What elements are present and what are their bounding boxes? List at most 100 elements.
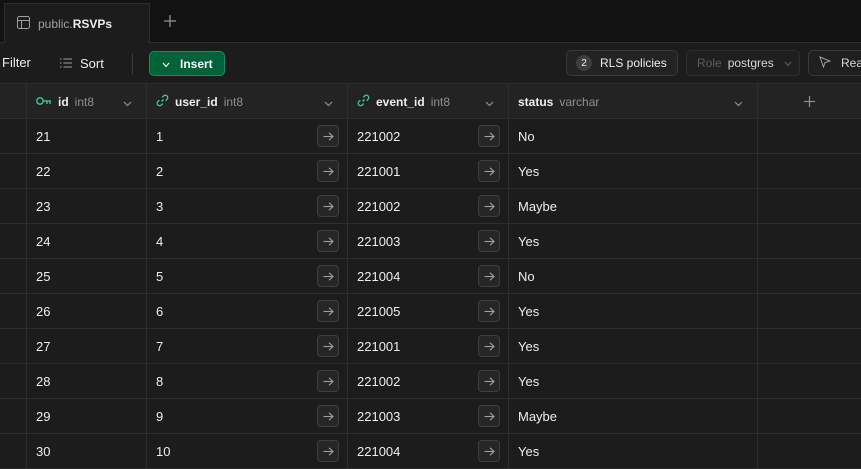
cell-status[interactable]: No <box>509 259 758 294</box>
cell-status[interactable]: Yes <box>509 294 758 329</box>
cell-event-id[interactable]: 221002 <box>348 364 509 399</box>
role-selector[interactable]: Role postgres <box>686 50 800 76</box>
arrow-right-icon[interactable] <box>317 300 339 322</box>
cell-value: 27 <box>36 339 51 354</box>
cell-status[interactable]: Yes <box>509 224 758 259</box>
table-row[interactable]: 29 9 221003 Maybe <box>0 399 861 434</box>
cell-event-id[interactable]: 221002 <box>348 119 509 154</box>
cell-user-id[interactable]: 9 <box>147 399 348 434</box>
row-select-cell[interactable] <box>0 259 27 294</box>
insert-button[interactable]: Insert <box>149 51 225 76</box>
row-select-cell[interactable] <box>0 224 27 259</box>
cell-user-id[interactable]: 8 <box>147 364 348 399</box>
chevron-down-icon[interactable] <box>123 96 132 110</box>
cell-value: Maybe <box>518 409 558 424</box>
arrow-right-icon[interactable] <box>478 160 500 182</box>
cell-user-id[interactable]: 3 <box>147 189 348 224</box>
row-select-cell[interactable] <box>0 329 27 364</box>
arrow-right-icon[interactable] <box>317 160 339 182</box>
cell-status[interactable]: Yes <box>509 434 758 469</box>
table-row[interactable]: 24 4 221003 Yes <box>0 224 861 259</box>
row-select-cell[interactable] <box>0 189 27 224</box>
table-row[interactable]: 25 5 221004 No <box>0 259 861 294</box>
realtime-button[interactable]: Rea <box>808 50 861 76</box>
cell-status[interactable]: No <box>509 119 758 154</box>
cell-event-id[interactable]: 221004 <box>348 434 509 469</box>
sort-button[interactable]: Sort <box>60 53 104 73</box>
row-select-cell[interactable] <box>0 294 27 329</box>
cell-id[interactable]: 24 <box>27 224 147 259</box>
cell-id[interactable]: 30 <box>27 434 147 469</box>
cell-event-id[interactable]: 221003 <box>348 399 509 434</box>
table-row[interactable]: 23 3 221002 Maybe <box>0 189 861 224</box>
cell-event-id[interactable]: 221002 <box>348 189 509 224</box>
table-row[interactable]: 26 6 221005 Yes <box>0 294 861 329</box>
cell-id[interactable]: 26 <box>27 294 147 329</box>
row-select-cell[interactable] <box>0 399 27 434</box>
row-select-cell[interactable] <box>0 434 27 469</box>
column-header-user-id[interactable]: user_id int8 <box>147 84 348 119</box>
chevron-down-icon[interactable] <box>324 96 333 110</box>
cell-event-id[interactable]: 221001 <box>348 154 509 189</box>
arrow-right-icon[interactable] <box>317 195 339 217</box>
arrow-right-icon[interactable] <box>478 230 500 252</box>
cell-id[interactable]: 25 <box>27 259 147 294</box>
key-icon <box>36 95 52 109</box>
cell-id[interactable]: 29 <box>27 399 147 434</box>
arrow-right-icon[interactable] <box>317 440 339 462</box>
column-header-status[interactable]: status varchar <box>509 84 758 119</box>
cell-id[interactable]: 22 <box>27 154 147 189</box>
arrow-right-icon[interactable] <box>317 230 339 252</box>
table-row[interactable]: 30 10 221004 Yes <box>0 434 861 469</box>
cell-event-id[interactable]: 221003 <box>348 224 509 259</box>
row-select-cell[interactable] <box>0 119 27 154</box>
arrow-right-icon[interactable] <box>478 265 500 287</box>
arrow-right-icon[interactable] <box>478 125 500 147</box>
cell-status[interactable]: Yes <box>509 154 758 189</box>
cell-id[interactable]: 23 <box>27 189 147 224</box>
cell-event-id[interactable]: 221005 <box>348 294 509 329</box>
add-tab-button[interactable] <box>161 12 179 30</box>
arrow-right-icon[interactable] <box>478 195 500 217</box>
arrow-right-icon[interactable] <box>317 335 339 357</box>
cell-user-id[interactable]: 5 <box>147 259 348 294</box>
cell-event-id[interactable]: 221001 <box>348 329 509 364</box>
table-row[interactable]: 21 1 221002 No <box>0 119 861 154</box>
cell-user-id[interactable]: 7 <box>147 329 348 364</box>
column-header-id[interactable]: id int8 <box>27 84 147 119</box>
arrow-right-icon[interactable] <box>478 440 500 462</box>
cell-id[interactable]: 21 <box>27 119 147 154</box>
cell-status[interactable]: Yes <box>509 364 758 399</box>
arrow-right-icon[interactable] <box>317 265 339 287</box>
cell-user-id[interactable]: 10 <box>147 434 348 469</box>
rls-policies-button[interactable]: 2 RLS policies <box>566 50 678 76</box>
cell-status[interactable]: Maybe <box>509 399 758 434</box>
row-select-cell[interactable] <box>0 154 27 189</box>
arrow-right-icon[interactable] <box>478 335 500 357</box>
cell-user-id[interactable]: 1 <box>147 119 348 154</box>
chevron-down-icon[interactable] <box>485 96 494 110</box>
add-column-button[interactable] <box>758 84 861 119</box>
cell-user-id[interactable]: 4 <box>147 224 348 259</box>
table-row[interactable]: 28 8 221002 Yes <box>0 364 861 399</box>
cell-user-id[interactable]: 2 <box>147 154 348 189</box>
arrow-right-icon[interactable] <box>478 405 500 427</box>
cell-id[interactable]: 27 <box>27 329 147 364</box>
cell-user-id[interactable]: 6 <box>147 294 348 329</box>
tab-rsvps[interactable]: public. RSVPs <box>4 3 150 43</box>
cell-event-id[interactable]: 221004 <box>348 259 509 294</box>
arrow-right-icon[interactable] <box>478 370 500 392</box>
chevron-down-icon[interactable] <box>734 96 743 110</box>
cell-status[interactable]: Yes <box>509 329 758 364</box>
column-header-event-id[interactable]: event_id int8 <box>348 84 509 119</box>
arrow-right-icon[interactable] <box>478 300 500 322</box>
cell-id[interactable]: 28 <box>27 364 147 399</box>
table-row[interactable]: 22 2 221001 Yes <box>0 154 861 189</box>
arrow-right-icon[interactable] <box>317 125 339 147</box>
arrow-right-icon[interactable] <box>317 405 339 427</box>
arrow-right-icon[interactable] <box>317 370 339 392</box>
row-select-cell[interactable] <box>0 364 27 399</box>
filter-button[interactable]: Filter <box>2 55 31 70</box>
table-row[interactable]: 27 7 221001 Yes <box>0 329 861 364</box>
cell-status[interactable]: Maybe <box>509 189 758 224</box>
